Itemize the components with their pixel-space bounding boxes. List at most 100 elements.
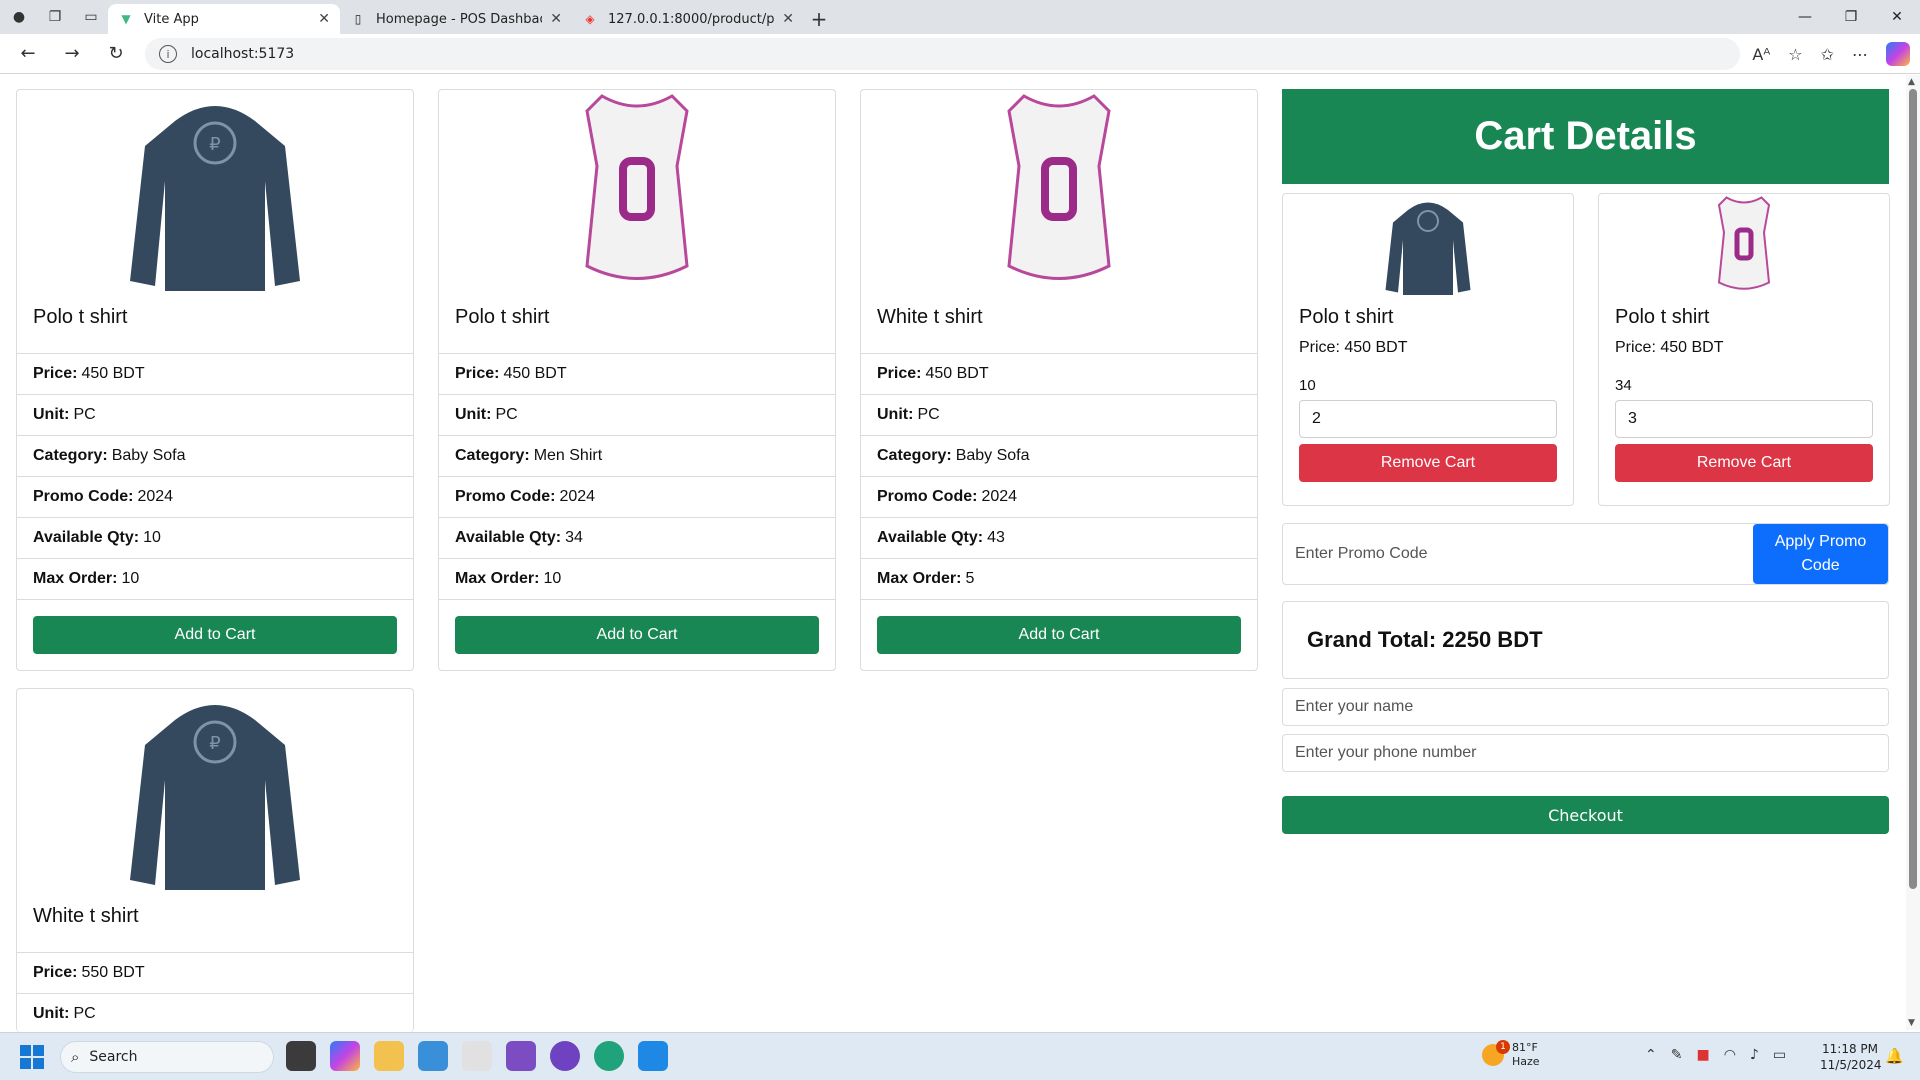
- cart-item-name: Polo t shirt: [1615, 306, 1710, 328]
- quantity-input[interactable]: 2: [1299, 400, 1557, 438]
- product-image: ₽: [17, 90, 413, 292]
- minimize-icon[interactable]: —: [1782, 0, 1828, 34]
- copilot-icon[interactable]: [1886, 42, 1910, 66]
- product-category: Category: Men Shirt: [439, 435, 835, 476]
- github-desktop-icon[interactable]: [550, 1041, 580, 1071]
- workspaces-icon[interactable]: ❐: [44, 6, 66, 28]
- more-icon[interactable]: ⋯: [1852, 45, 1868, 64]
- product-price: Price: 450 BDT: [17, 353, 413, 394]
- scrollbar-thumb[interactable]: [1909, 89, 1917, 889]
- remove-cart-button[interactable]: Remove Cart: [1615, 444, 1873, 482]
- edge-icon[interactable]: [594, 1041, 624, 1071]
- file-explorer-icon[interactable]: [374, 1041, 404, 1071]
- cart-item: Polo t shirt Price: 450 BDT 10 2 Remove …: [1282, 193, 1574, 506]
- svg-text:₽: ₽: [209, 733, 220, 754]
- favorites-icon[interactable]: ✩: [1821, 45, 1834, 64]
- product-image: ₽: [17, 689, 413, 891]
- product-promo: Promo Code: 2024: [17, 476, 413, 517]
- copilot-app-icon[interactable]: [330, 1041, 360, 1071]
- tab-actions-icon[interactable]: ▭: [80, 6, 102, 28]
- phone-input[interactable]: Enter your phone number: [1282, 734, 1889, 772]
- cart-item-image: [1283, 194, 1573, 296]
- volume-icon[interactable]: ♪: [1750, 1047, 1759, 1063]
- product-name: White t shirt: [877, 306, 983, 328]
- laravel-icon: ◈: [585, 12, 595, 26]
- tab-vite-app[interactable]: ▼ Vite App ✕: [108, 4, 340, 34]
- cart-item-price: Price: 450 BDT: [1299, 339, 1408, 356]
- search-icon: ⌕: [71, 1048, 80, 1066]
- vscode-icon[interactable]: [638, 1041, 668, 1071]
- product-qty: Available Qty: 34: [439, 517, 835, 558]
- scroll-up-icon[interactable]: ▲: [1908, 77, 1915, 87]
- app-icon[interactable]: [418, 1041, 448, 1071]
- visual-studio-icon[interactable]: [506, 1041, 536, 1071]
- product-max-order: Max Order: 10: [439, 558, 835, 599]
- tab-title: Vite App: [144, 11, 199, 27]
- weather-desc: Haze: [1512, 1055, 1540, 1068]
- info-icon[interactable]: i: [159, 45, 177, 63]
- battery-icon[interactable]: ▭: [1773, 1047, 1786, 1063]
- clock[interactable]: 11:18 PM 11/5/2024: [1820, 1041, 1882, 1073]
- close-tab-icon[interactable]: ✕: [782, 11, 794, 27]
- wifi-icon[interactable]: ◠: [1724, 1047, 1736, 1063]
- product-card: Polo t shirt Price: 450 BDT Unit: PC Categ…: [438, 89, 836, 671]
- search-label: Search: [89, 1049, 138, 1065]
- apply-promo-button[interactable]: Apply Promo Code: [1753, 524, 1888, 584]
- read-aloud-icon[interactable]: Aᴬ: [1752, 45, 1770, 64]
- grand-total: Grand Total: 2250 BDT: [1282, 601, 1889, 679]
- cart-item-image: [1599, 194, 1889, 296]
- chevron-up-icon[interactable]: ⌃: [1645, 1047, 1657, 1063]
- cart-item-available: 34: [1615, 377, 1632, 394]
- page-scrollbar[interactable]: ▲ ▼: [1906, 75, 1920, 1030]
- weather-icon: 1: [1482, 1040, 1510, 1066]
- product-card: White t shirt Price: 450 BDT Unit: PC Cate…: [860, 89, 1258, 671]
- url-field[interactable]: i localhost:5173: [145, 38, 1740, 70]
- product-promo: Promo Code: 2024: [439, 476, 835, 517]
- task-view-icon[interactable]: [286, 1041, 316, 1071]
- tab-productlist[interactable]: ◈ 127.0.0.1:8000/product/productli ✕: [572, 4, 804, 34]
- scroll-down-icon[interactable]: ▼: [1908, 1018, 1915, 1028]
- product-qty: Available Qty: 10: [17, 517, 413, 558]
- clock-date: 11/5/2024: [1820, 1058, 1882, 1072]
- product-unit: Unit: PC: [17, 993, 413, 1034]
- name-input[interactable]: Enter your name: [1282, 688, 1889, 726]
- tab-title: Homepage - POS Dashbaord: [376, 11, 542, 27]
- tab-pos-dashboard[interactable]: ▯ Homepage - POS Dashbaord ✕: [340, 4, 572, 34]
- snipping-tool-icon[interactable]: [462, 1041, 492, 1071]
- restore-icon[interactable]: ❐: [1828, 0, 1874, 34]
- taskbar: ⌕ Search 1 81°F Haze ⌃ ✎ ■ ◠ ♪ ▭ 11:18 P…: [0, 1032, 1920, 1080]
- svg-text:₽: ₽: [209, 134, 220, 155]
- weather-temp: 81°F: [1512, 1041, 1538, 1054]
- weather-widget[interactable]: 1 81°F Haze: [1482, 1040, 1540, 1069]
- add-to-cart-button[interactable]: Add to Cart: [33, 616, 397, 654]
- close-tab-icon[interactable]: ✕: [550, 11, 562, 27]
- refresh-icon[interactable]: ↻: [94, 36, 138, 72]
- product-name: Polo t shirt: [33, 306, 128, 328]
- remove-cart-button[interactable]: Remove Cart: [1299, 444, 1557, 482]
- favorite-star-icon[interactable]: ☆: [1788, 45, 1802, 64]
- close-tab-icon[interactable]: ✕: [318, 11, 330, 27]
- windows-start-icon[interactable]: [20, 1045, 44, 1069]
- quantity-input[interactable]: 3: [1615, 400, 1873, 438]
- profile-icon[interactable]: ●: [8, 6, 30, 28]
- product-category: Category: Baby Sofa: [861, 435, 1257, 476]
- cart-item: Polo t shirt Price: 450 BDT 34 3 Remove …: [1598, 193, 1890, 506]
- product-price: Price: 450 BDT: [861, 353, 1257, 394]
- promo-code-input[interactable]: Enter Promo Code: [1283, 524, 1753, 584]
- cart-heading: Cart Details: [1282, 89, 1889, 184]
- product-price: Price: 550 BDT: [17, 952, 413, 993]
- close-window-icon[interactable]: ✕: [1874, 0, 1920, 34]
- new-tab-button[interactable]: +: [804, 4, 834, 34]
- back-icon[interactable]: ←: [6, 36, 50, 72]
- product-promo: Promo Code: 2024: [861, 476, 1257, 517]
- add-to-cart-button[interactable]: Add to Cart: [877, 616, 1241, 654]
- add-to-cart-button[interactable]: Add to Cart: [455, 616, 819, 654]
- notification-icon[interactable]: 🔔: [1885, 1047, 1904, 1065]
- taskbar-search[interactable]: ⌕ Search: [60, 1041, 274, 1073]
- cart-item-price: Price: 450 BDT: [1615, 339, 1724, 356]
- app-tray-icon[interactable]: ■: [1696, 1047, 1709, 1063]
- checkout-button[interactable]: Checkout: [1282, 796, 1889, 834]
- pen-icon[interactable]: ✎: [1671, 1047, 1683, 1063]
- forward-icon[interactable]: →: [50, 36, 94, 72]
- product-card: ₽ White t shirt Price: 550 BDT Unit: PC: [16, 688, 414, 1032]
